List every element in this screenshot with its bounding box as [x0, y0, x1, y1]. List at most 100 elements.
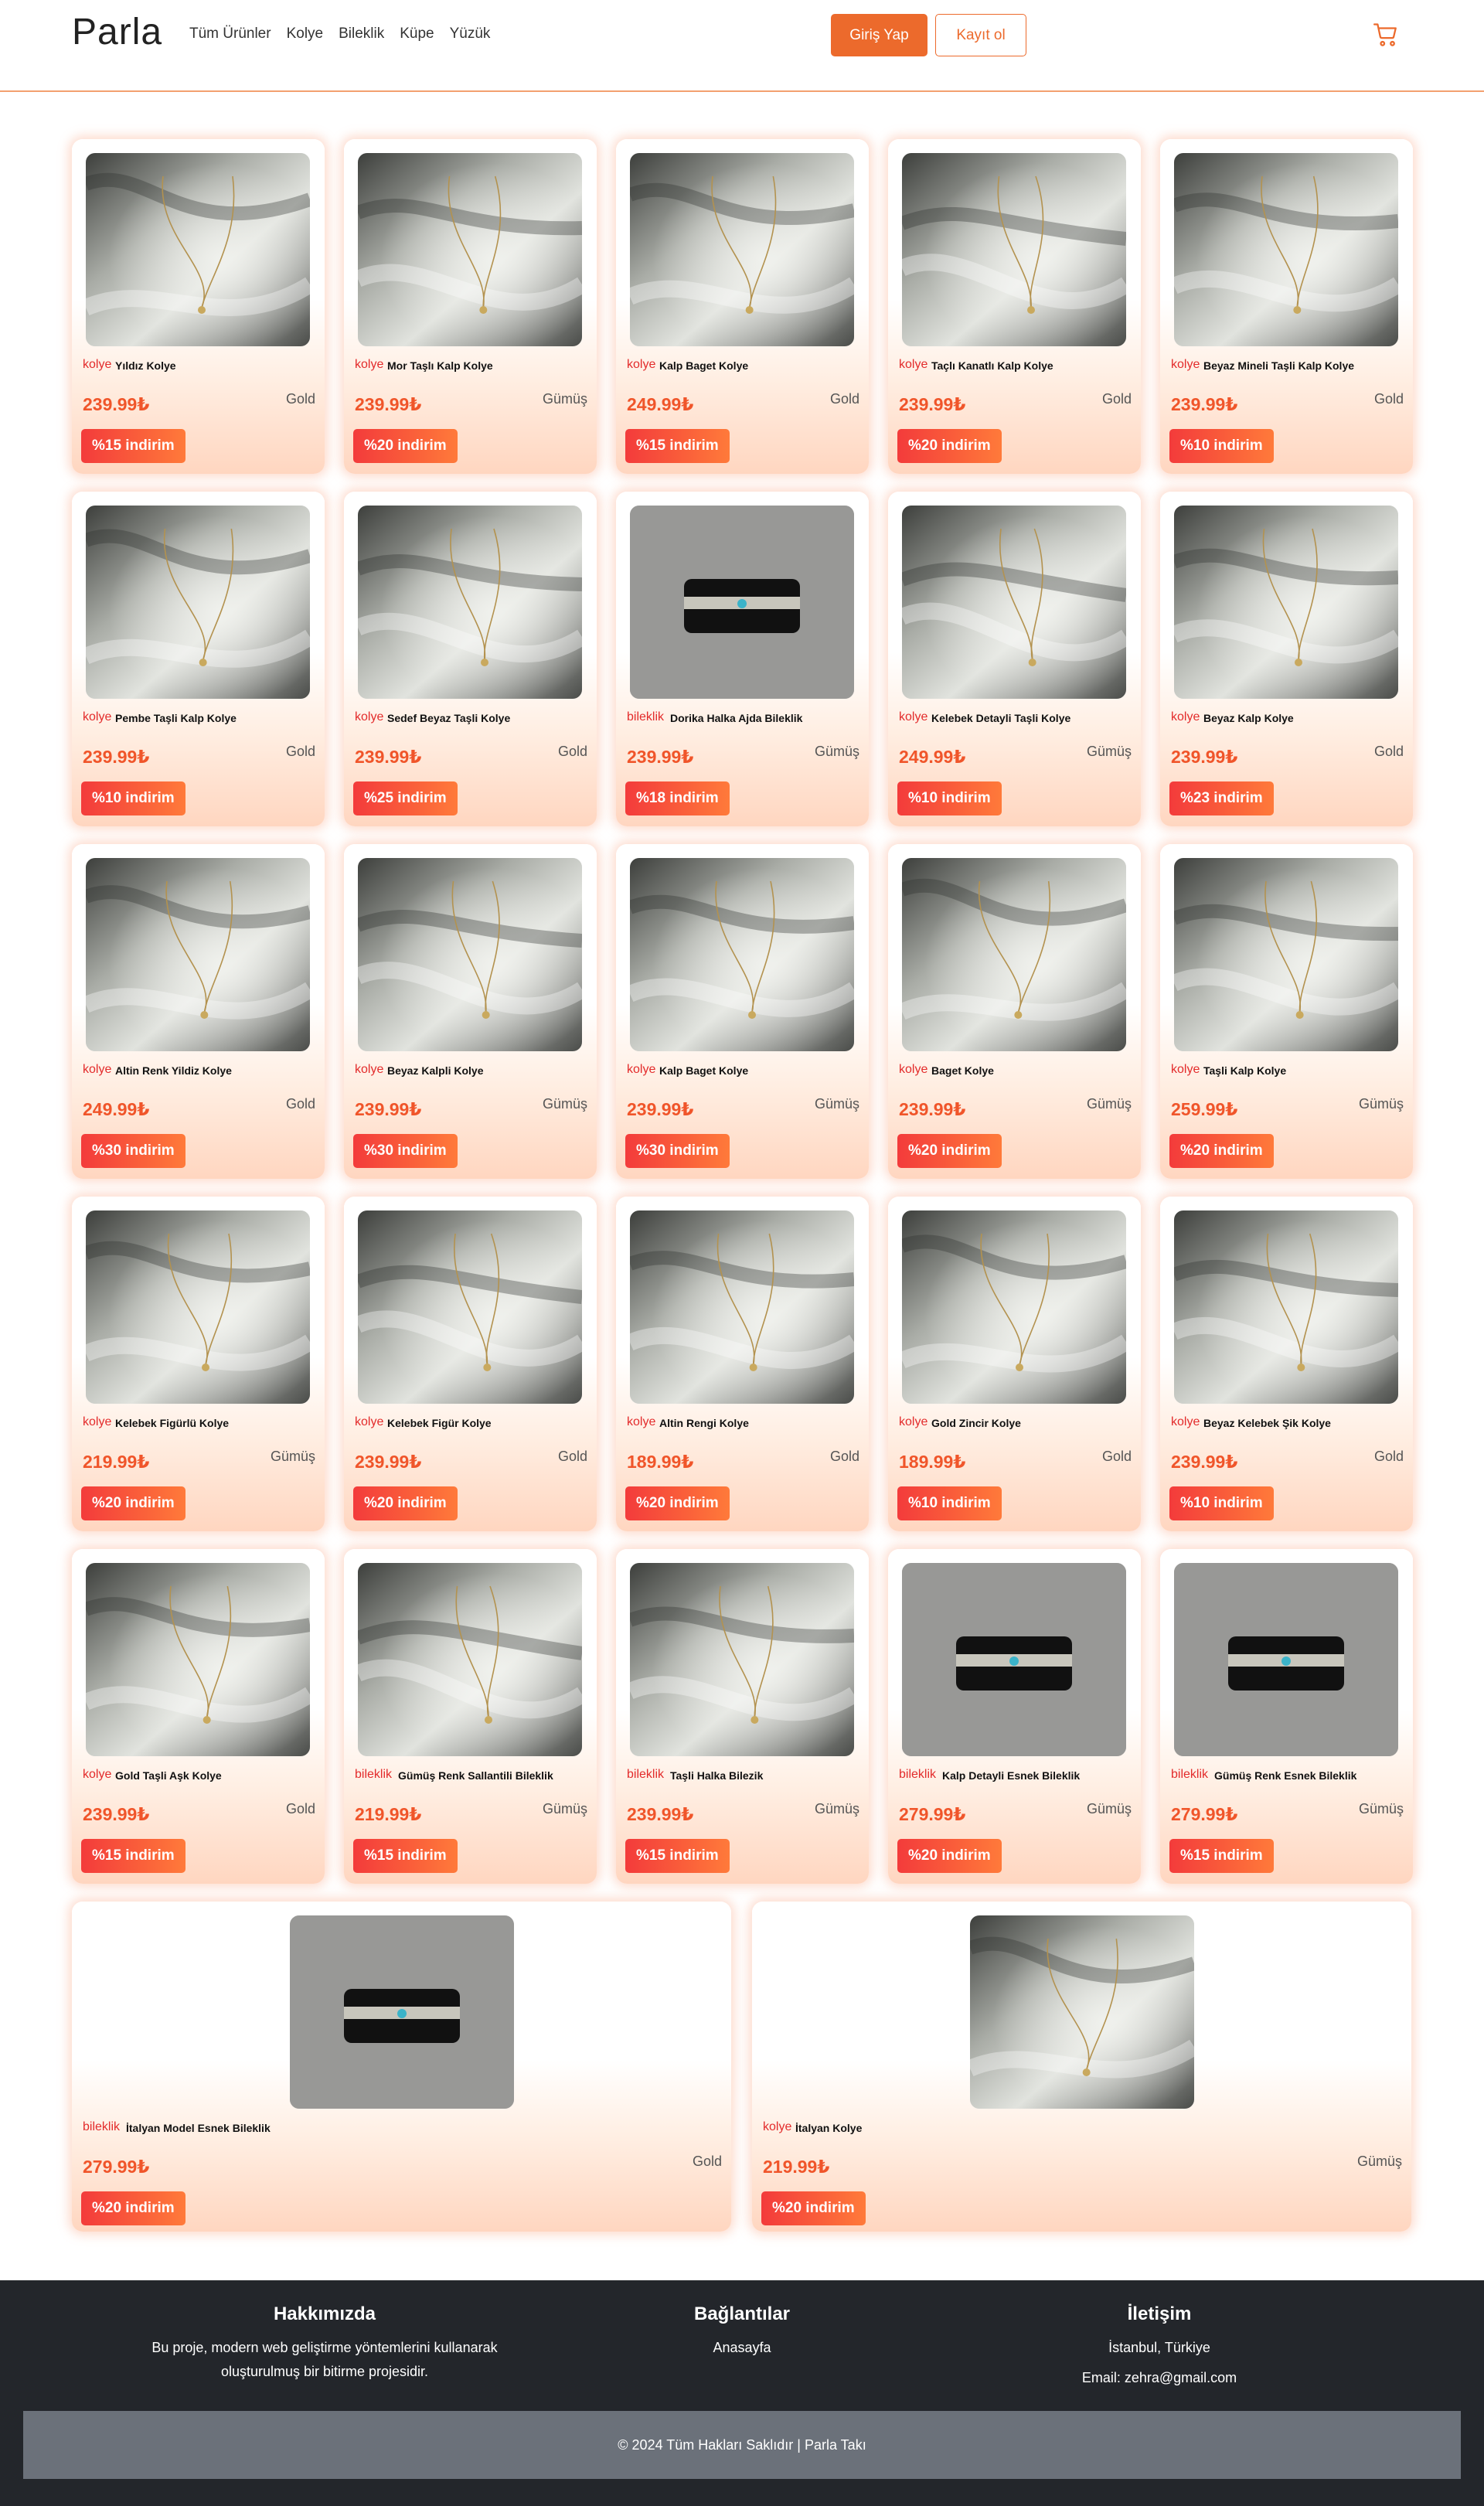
product-card[interactable]: kolye Sedef Beyaz Taşli Kolye 239.99₺ Gold%… [344, 492, 597, 826]
nav-bileklik[interactable]: Bileklik [339, 26, 384, 43]
product-category: kolye [1171, 710, 1200, 724]
product-name[interactable]: Beyaz Mineli Taşli Kalp Kolye [1203, 359, 1354, 372]
product-card[interactable]: kolye Pembe Taşli Kalp Kolye 239.99₺ Gold %1… [72, 492, 325, 826]
product-image[interactable] [86, 506, 310, 699]
product-name[interactable]: Gümüş Renk Esnek Bileklik [1214, 1769, 1356, 1782]
product-name[interactable]: Kalp Detayli Esnek Bileklik [942, 1769, 1080, 1782]
footer-link-home[interactable]: Anasayfa [713, 2340, 771, 2355]
product-name[interactable]: Mor Taşlı Kalp Kolye [387, 359, 493, 372]
product-card[interactable]: kolye Yıldız Kolye 239.99₺ Gold %15 indirim [72, 139, 325, 474]
product-image[interactable] [1174, 506, 1398, 699]
product-card[interactable]: bileklik Kalp Detayli Esnek Bileklik 279.9… [888, 1549, 1141, 1884]
product-card[interactable]: kolye İtalyan Kolye 219.99₺ Gümüş %20 indiri… [752, 1902, 1411, 2232]
product-image[interactable] [630, 153, 854, 346]
product-image[interactable] [630, 1210, 854, 1404]
shopping-cart-icon[interactable] [1373, 22, 1399, 48]
product-name[interactable]: Gold Zincir Kolye [931, 1417, 1021, 1429]
product-card[interactable]: bileklik Dorika Halka Ajda Bileklik 239.99… [616, 492, 869, 826]
product-image[interactable] [86, 1210, 310, 1404]
product-card[interactable]: bileklik İtalyan Model Esnek Bileklik 279.… [72, 1902, 731, 2232]
product-image[interactable] [902, 506, 1126, 699]
nav-yuzuk[interactable]: Yüzük [450, 26, 491, 43]
product-card[interactable]: kolye Gold Zincir Kolye 189.99₺ Gold %10 ind… [888, 1197, 1141, 1531]
product-image[interactable] [86, 858, 310, 1051]
product-card[interactable]: kolye Taşli Kalp Kolye 259.99₺ Gümüş %20 ind… [1160, 844, 1413, 1179]
product-image[interactable] [630, 1563, 854, 1756]
product-name[interactable]: Baget Kolye [931, 1064, 994, 1077]
product-name[interactable]: Altin Renk Yildiz Kolye [115, 1064, 232, 1077]
product-image[interactable] [358, 1210, 582, 1404]
product-name[interactable]: Beyaz Kalpli Kolye [387, 1064, 484, 1077]
product-image[interactable] [86, 1563, 310, 1756]
product-card[interactable]: kolye Altin Renk Yildiz Kolye 249.99₺ Gold%… [72, 844, 325, 1179]
product-name[interactable]: Dorika Halka Ajda Bileklik [670, 712, 802, 724]
product-image[interactable] [902, 858, 1126, 1051]
product-name[interactable]: İtalyan Kolye [795, 2122, 862, 2134]
product-image[interactable] [970, 1915, 1194, 2109]
product-name[interactable]: Kalp Baget Kolye [659, 359, 748, 372]
login-button[interactable]: Giriş Yap [831, 14, 928, 56]
product-name[interactable]: Gümüş Renk Sallantili Bileklik [398, 1769, 553, 1782]
product-name[interactable]: Kalp Baget Kolye [659, 1064, 748, 1077]
product-name[interactable]: Taşli Kalp Kolye [1203, 1064, 1286, 1077]
brand-logo[interactable]: Parla [72, 11, 162, 53]
product-image[interactable] [902, 1210, 1126, 1404]
product-card[interactable]: kolye Beyaz Mineli Taşli Kalp Kolye 239.99… [1160, 139, 1413, 474]
product-card[interactable]: kolye Taçlı Kanatlı Kalp Kolye 239.99₺ Gold… [888, 139, 1141, 474]
product-name[interactable]: Pembe Taşli Kalp Kolye [115, 712, 237, 724]
product-price: 239.99₺ [899, 1099, 966, 1119]
product-name[interactable]: Kelebek Detayli Taşli Kolye [931, 712, 1070, 724]
product-name[interactable]: Kelebek Figür Kolye [387, 1417, 492, 1429]
product-card[interactable]: kolye Mor Taşlı Kalp Kolye 239.99₺ Gümüş %20… [344, 139, 597, 474]
product-image[interactable] [1174, 858, 1398, 1051]
product-price: 249.99₺ [899, 747, 966, 767]
product-name[interactable]: Yıldız Kolye [115, 359, 176, 372]
product-category: kolye [763, 2120, 792, 2133]
product-card[interactable]: bileklik Taşli Halka Bilezik 239.99₺ Gümüş%… [616, 1549, 869, 1884]
product-image[interactable] [358, 506, 582, 699]
discount-badge: %15 indirim [353, 1839, 458, 1873]
product-name[interactable]: Gold Taşli Aşk Kolye [115, 1769, 222, 1782]
product-card[interactable]: kolye Beyaz Kelebek Şik Kolye 239.99₺ Gold%… [1160, 1197, 1413, 1531]
product-card[interactable]: kolye Beyaz Kalpli Kolye 239.99₺ Gümüş %30 i… [344, 844, 597, 1179]
product-card[interactable]: kolye Beyaz Kalp Kolye 239.99₺ Gold %23 indi… [1160, 492, 1413, 826]
product-category: kolye [355, 1415, 384, 1428]
product-image[interactable] [358, 1563, 582, 1756]
register-button[interactable]: Kayıt ol [935, 14, 1026, 56]
product-image[interactable] [630, 506, 854, 699]
product-name[interactable]: Beyaz Kelebek Şik Kolye [1203, 1417, 1331, 1429]
product-card[interactable]: kolye Kelebek Figür Kolye 239.99₺ Gold %20 i… [344, 1197, 597, 1531]
product-card[interactable]: kolye Kalp Baget Kolye 239.99₺ Gümüş %30 ind… [616, 844, 869, 1179]
nav-kolye[interactable]: Kolye [287, 26, 324, 43]
product-image[interactable] [86, 153, 310, 346]
product-image[interactable] [630, 858, 854, 1051]
product-card[interactable]: kolye Kelebek Figürlü Kolye 219.99₺ Gümüş %2… [72, 1197, 325, 1531]
product-image[interactable] [902, 1563, 1126, 1756]
product-image[interactable] [1174, 153, 1398, 346]
product-card[interactable]: kolye Altin Rengi Kolye 189.99₺ Gold %20 ind… [616, 1197, 869, 1531]
product-card[interactable]: kolye Kalp Baget Kolye 249.99₺ Gold %15 indi… [616, 139, 869, 474]
product-name[interactable]: Taşli Halka Bilezik [670, 1769, 763, 1782]
product-image[interactable] [902, 153, 1126, 346]
product-image[interactable] [1174, 1563, 1398, 1756]
product-price: 259.99₺ [1171, 1099, 1238, 1119]
product-material: Gümüş [542, 391, 587, 407]
product-name[interactable]: Taçlı Kanatlı Kalp Kolye [931, 359, 1053, 372]
product-card[interactable]: kolye Baget Kolye 239.99₺ Gümüş %20 indirim [888, 844, 1141, 1179]
product-name[interactable]: Beyaz Kalp Kolye [1203, 712, 1294, 724]
product-name[interactable]: Altin Rengi Kolye [659, 1417, 749, 1429]
discount-badge: %18 indirim [625, 781, 730, 815]
product-image[interactable] [1174, 1210, 1398, 1404]
product-name[interactable]: Sedef Beyaz Taşli Kolye [387, 712, 510, 724]
product-card[interactable]: kolye Gold Taşli Aşk Kolye 239.99₺ Gold %15 … [72, 1549, 325, 1884]
product-card[interactable]: kolye Kelebek Detayli Taşli Kolye 249.99₺ G… [888, 492, 1141, 826]
product-card[interactable]: bileklik Gümüş Renk Sallantili Bileklik 21… [344, 1549, 597, 1884]
product-image[interactable] [290, 1915, 514, 2109]
product-image[interactable] [358, 153, 582, 346]
nav-all-products[interactable]: Tüm Ürünler [189, 26, 271, 43]
product-name[interactable]: Kelebek Figürlü Kolye [115, 1417, 229, 1429]
product-image[interactable] [358, 858, 582, 1051]
nav-kupe[interactable]: Küpe [400, 26, 434, 43]
product-name[interactable]: İtalyan Model Esnek Bileklik [126, 2122, 271, 2134]
product-card[interactable]: bileklik Gümüş Renk Esnek Bileklik 279.99₺… [1160, 1549, 1413, 1884]
